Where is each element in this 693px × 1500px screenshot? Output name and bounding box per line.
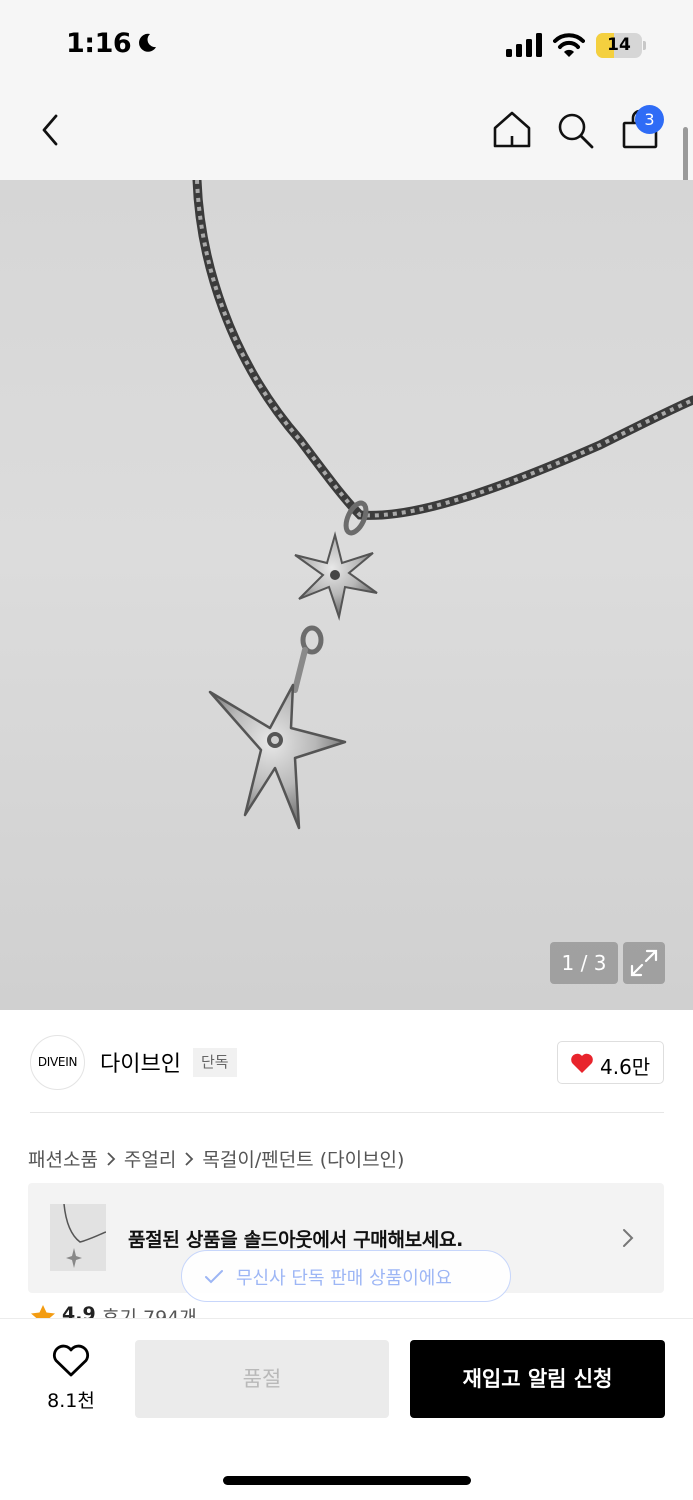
brand-like-button[interactable]: 4.6만 [557, 1041, 664, 1084]
chevron-right-icon [623, 1229, 634, 1247]
rating-score: 4.9 [62, 1303, 96, 1318]
status-time: 1:16 [66, 28, 132, 59]
brand-name[interactable]: 다이브인 [100, 1046, 181, 1078]
restock-alert-button[interactable]: 재입고 알림 신청 [410, 1340, 665, 1418]
wifi-icon [553, 33, 585, 57]
wishlist-button[interactable]: 8.1천 [30, 1338, 112, 1418]
cart-count-badge: 3 [635, 105, 664, 134]
brand-like-count: 4.6만 [600, 1055, 651, 1079]
moon-icon [139, 33, 156, 52]
exclusive-tag: 단독 [193, 1048, 237, 1077]
breadcrumb: 패션소품 주얼리 목걸이/펜던트 (다이브인) [28, 1145, 404, 1172]
rating-row[interactable]: 4.9 후기 794개 [30, 1300, 330, 1318]
back-icon[interactable] [28, 108, 72, 152]
cellular-signal-icon [506, 33, 542, 57]
home-indicator [223, 1476, 471, 1485]
necklace-image [192, 180, 693, 830]
divider [30, 1112, 664, 1113]
status-bar: 1:16 14 [0, 0, 693, 90]
breadcrumb-item-fashion[interactable]: 패션소품 [28, 1145, 98, 1172]
home-icon[interactable] [490, 108, 534, 152]
product-image[interactable] [0, 180, 693, 1010]
review-count[interactable]: 후기 794개 [102, 1303, 197, 1318]
chevron-right-icon [107, 1151, 116, 1166]
brand-logo[interactable]: DIVEIN [30, 1035, 85, 1090]
star-icon [31, 1305, 55, 1318]
soldout-button[interactable]: 품절 [135, 1340, 389, 1418]
breadcrumb-item-jewelry[interactable]: 주얼리 [124, 1145, 176, 1172]
breadcrumb-item-necklace[interactable]: 목걸이/펜던트 (다이브인) [202, 1145, 404, 1172]
soldout-thumbnail [50, 1203, 107, 1271]
expand-button[interactable] [623, 942, 665, 984]
battery-level: 14 [607, 35, 631, 55]
exclusive-sale-text: 무신사 단독 판매 상품이에요 [236, 1268, 452, 1289]
heart-filled-icon [571, 1053, 593, 1073]
soldout-banner-text: 품절된 상품을 솔드아웃에서 구매해보세요. [128, 1229, 464, 1251]
top-nav-bar [0, 90, 693, 180]
expand-icon [630, 949, 658, 977]
wishlist-count: 8.1천 [47, 1390, 95, 1412]
heart-outline-icon [52, 1344, 90, 1377]
search-icon[interactable] [553, 108, 597, 152]
chevron-right-icon [185, 1151, 194, 1166]
battery-indicator: 14 [596, 33, 646, 58]
check-icon [205, 1270, 223, 1284]
image-counter: 1 / 3 [550, 942, 618, 984]
exclusive-sale-pill: 무신사 단독 판매 상품이에요 [181, 1250, 511, 1302]
